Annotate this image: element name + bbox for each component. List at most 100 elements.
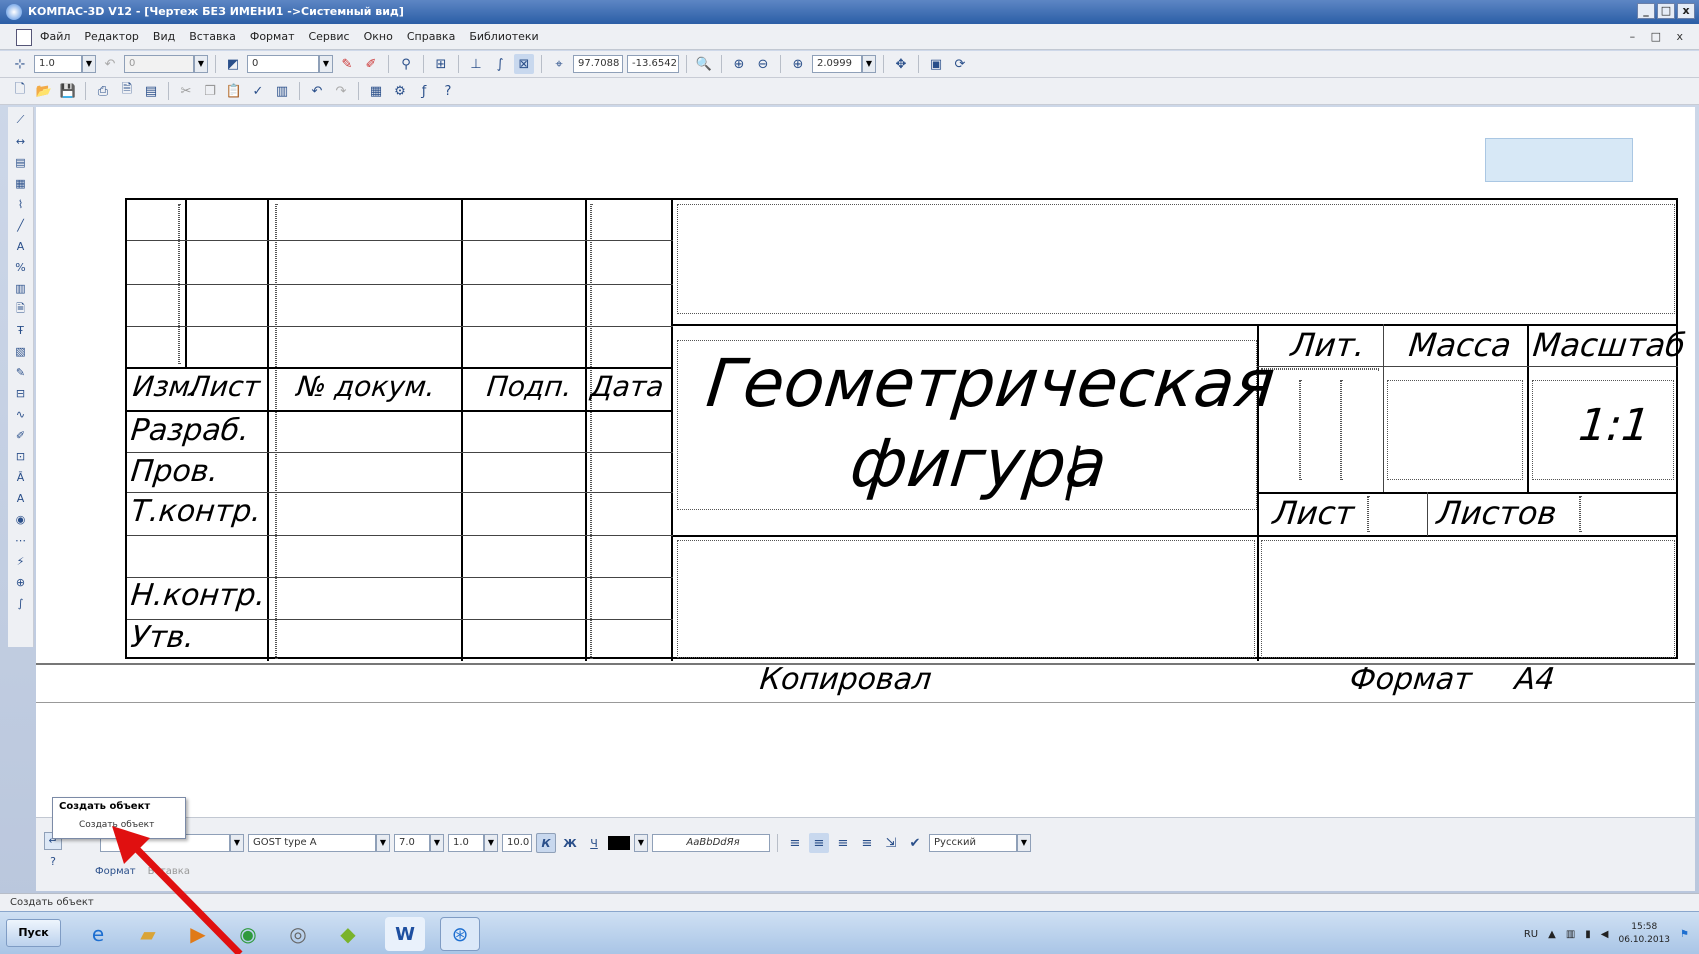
spline-icon[interactable]: ∿ [11, 405, 31, 423]
signal-icon[interactable]: ▮ [1585, 929, 1591, 940]
copy-icon[interactable]: ❐ [200, 81, 220, 101]
redo-icon[interactable]: ↷ [331, 81, 351, 101]
preview-icon[interactable]: 🗎 [117, 81, 137, 101]
undo-icon[interactable]: ↶ [307, 81, 327, 101]
dimensions-icon[interactable]: ↔ [11, 132, 31, 150]
font-height-field[interactable]: 7.0 [394, 834, 430, 852]
start-button[interactable]: Пуск [6, 919, 61, 947]
undo-step-icon[interactable]: ↶ [100, 54, 120, 74]
chevron-down-icon[interactable]: ▼ [430, 834, 444, 852]
point-icon[interactable]: ⌇ [11, 195, 31, 213]
variables-icon[interactable]: ⚙ [390, 81, 410, 101]
report-icon[interactable]: 🗎 [11, 300, 31, 318]
tab-format[interactable]: Формат [95, 866, 136, 877]
table-icon[interactable]: ▥ [11, 279, 31, 297]
menu-format[interactable]: Формат [250, 30, 295, 43]
cursor-coords-icon[interactable]: ⌖ [549, 54, 569, 74]
help-icon[interactable]: ? [438, 81, 458, 101]
refresh-icon[interactable]: ⟳ [950, 54, 970, 74]
properties-pick-icon[interactable]: ✐ [361, 54, 381, 74]
help-icon[interactable]: ? [44, 854, 62, 872]
tray-arrow-icon[interactable]: ▲ [1548, 929, 1556, 940]
show-all-icon[interactable]: ▣ [926, 54, 946, 74]
clock[interactable]: 15:58 06.10.2013 [1619, 921, 1671, 947]
zoom-in-icon[interactable]: ⊕ [729, 54, 749, 74]
document-window-controls[interactable]: – □ x [1630, 30, 1689, 43]
chevron-down-icon[interactable]: ▼ [82, 55, 96, 73]
library-manager-icon[interactable]: ▦ [366, 81, 386, 101]
disc-icon[interactable]: ◎ [278, 917, 318, 951]
chevron-down-icon[interactable]: ▼ [1017, 834, 1031, 852]
edit-icon[interactable]: ✎ [11, 363, 31, 381]
select-icon[interactable]: ▧ [11, 342, 31, 360]
maximize-button[interactable]: □ [1657, 3, 1675, 19]
manager-icon[interactable]: ▤ [141, 81, 161, 101]
chevron-down-icon[interactable]: ▼ [319, 55, 333, 73]
pan-icon[interactable]: ✥ [891, 54, 911, 74]
step-field[interactable]: 10.0 [502, 834, 532, 852]
menu-insert[interactable]: Вставка [189, 30, 236, 43]
spellcheck-icon[interactable]: ✔ [905, 833, 925, 853]
menu-editor[interactable]: Редактор [84, 30, 139, 43]
step-field[interactable]: 0 [124, 55, 194, 73]
document-icon[interactable] [16, 29, 32, 46]
chevron-down-icon[interactable]: ▼ [862, 55, 876, 73]
param-icon[interactable]: ⊟ [11, 384, 31, 402]
align-justify-icon[interactable]: ≡ [857, 833, 877, 853]
hatch-icon[interactable]: ▦ [11, 174, 31, 192]
language-field[interactable]: Русский [929, 834, 1017, 852]
tab-insert[interactable]: Вставка [148, 866, 190, 877]
bold-button[interactable]: Ж [560, 833, 580, 853]
align-center-icon[interactable]: ≡ [809, 833, 829, 853]
layer-field[interactable]: 0 [247, 55, 319, 73]
chevron-down-icon[interactable]: ▼ [484, 834, 498, 852]
network-icon[interactable]: ▥ [1566, 929, 1575, 940]
measure-icon[interactable]: Ŧ [11, 321, 31, 339]
save-icon[interactable]: 💾 [58, 81, 78, 101]
wrap-icon[interactable]: ⇲ [881, 833, 901, 853]
align-left-icon[interactable]: ≡ [785, 833, 805, 853]
layers-icon[interactable]: ◩ [223, 54, 243, 74]
lightning-icon[interactable]: ⚡ [11, 552, 31, 570]
copy-properties-icon[interactable]: ✓ [248, 81, 268, 101]
symbols-icon[interactable]: ▤ [11, 153, 31, 171]
grid-icon[interactable]: ⊞ [431, 54, 451, 74]
text-icon[interactable]: A [11, 237, 31, 255]
internet-explorer-icon[interactable]: e [78, 917, 118, 951]
snap-toggle-icon[interactable]: ⊠ [514, 54, 534, 74]
properties-icon[interactable]: ▥ [272, 81, 292, 101]
view-icon[interactable]: ⊡ [11, 447, 31, 465]
coord-y-field[interactable]: -13.6542 [627, 55, 679, 73]
zoom-window-icon[interactable]: 🔍 [694, 54, 714, 74]
italic-button[interactable]: К [536, 833, 556, 853]
explorer-folder-icon[interactable]: ▰ [128, 917, 168, 951]
chrome-icon[interactable]: ◉ [228, 917, 268, 951]
draw-icon[interactable]: ✐ [11, 426, 31, 444]
language-indicator[interactable]: RU [1524, 929, 1538, 940]
chevron-down-icon[interactable]: ▼ [376, 834, 390, 852]
globe-icon[interactable]: ◉ [11, 510, 31, 528]
label-icon[interactable]: A [11, 489, 31, 507]
spec-icon[interactable]: % [11, 258, 31, 276]
menu-file[interactable]: Файл [40, 30, 70, 43]
ortho-icon[interactable]: ⊥ [466, 54, 486, 74]
geometry-icon[interactable]: ⟋ [11, 111, 31, 129]
media-player-icon[interactable]: ▶ [178, 917, 218, 951]
zoom-out-icon[interactable]: ⊖ [753, 54, 773, 74]
cut-icon[interactable]: ✂ [176, 81, 196, 101]
zoom-icon[interactable]: ⊕ [788, 54, 808, 74]
chevron-down-icon[interactable]: ▼ [194, 55, 208, 73]
width-ratio-field[interactable]: 1.0 [448, 834, 484, 852]
menu-view[interactable]: Вид [153, 30, 175, 43]
menu-window[interactable]: Окно [364, 30, 393, 43]
new-document-icon[interactable]: 🗋 [10, 81, 30, 101]
text-tool-icon[interactable]: Ā [11, 468, 31, 486]
chevron-down-icon[interactable]: ▼ [230, 834, 244, 852]
font-field[interactable]: GOST type A [248, 834, 376, 852]
menu-service[interactable]: Сервис [308, 30, 349, 43]
app-green-icon[interactable]: ◆ [328, 917, 368, 951]
paste-icon[interactable]: 📋 [224, 81, 244, 101]
function-icon[interactable]: ƒ [414, 81, 434, 101]
rounding-icon[interactable]: ∫ [490, 54, 510, 74]
color-pick-icon[interactable]: ✎ [337, 54, 357, 74]
